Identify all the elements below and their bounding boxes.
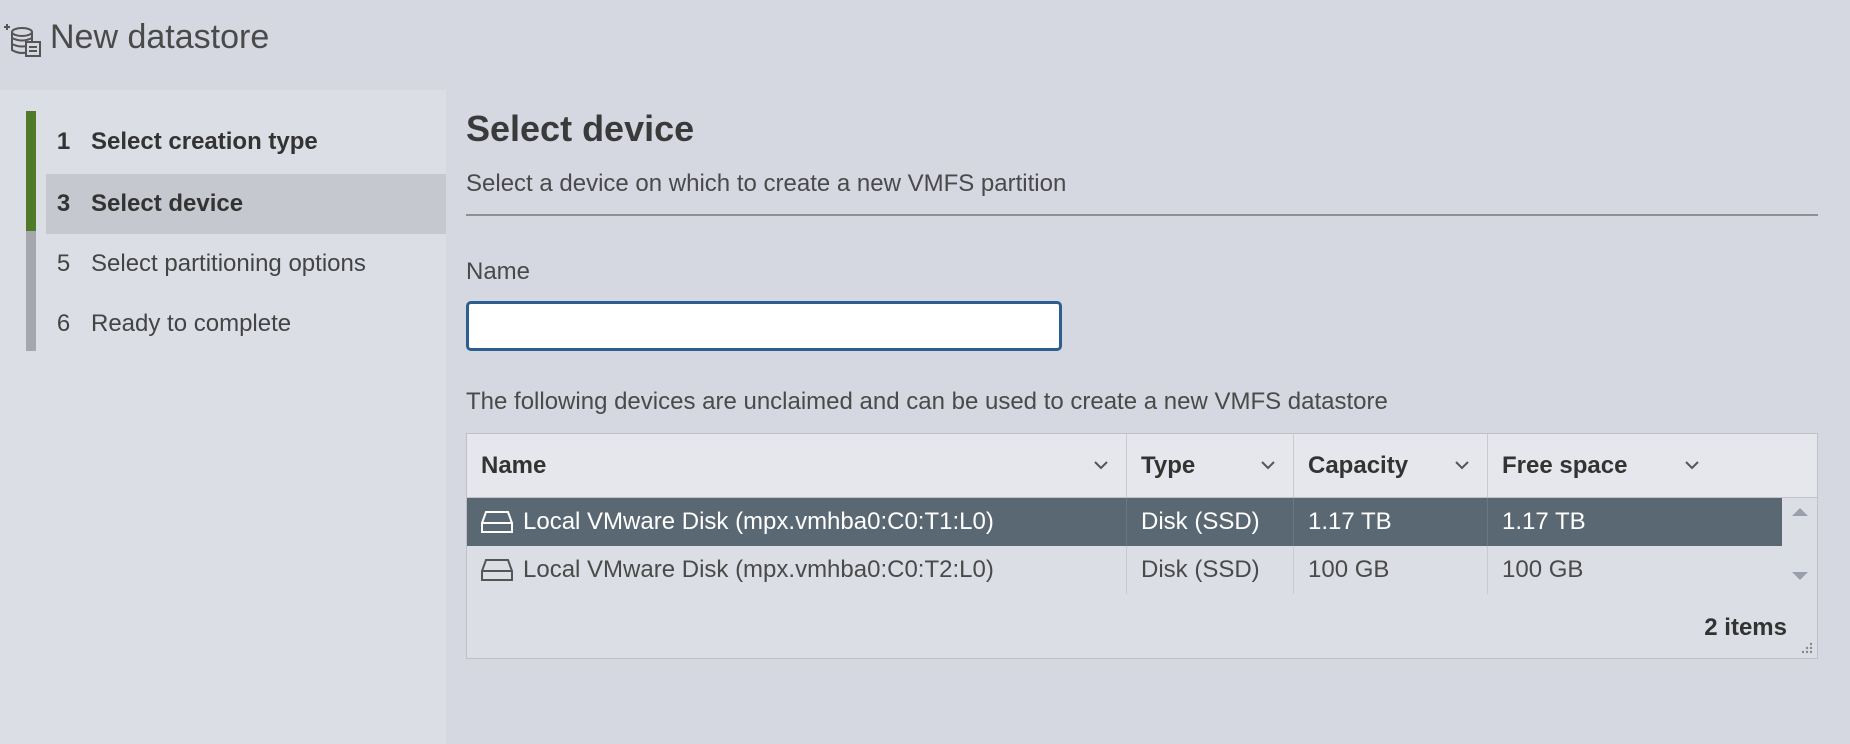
wizard-step-select-creation-type[interactable]: 1 Select creation type [46, 112, 446, 172]
name-label: Name [466, 258, 531, 285]
disk-icon [481, 511, 513, 533]
table-row[interactable]: Local VMware Disk (mpx.vmhba0:C0:T1:L0) … [467, 498, 1782, 546]
column-header-label: Free space [1502, 451, 1628, 479]
step-label: Ready to complete [91, 310, 292, 337]
vertical-scrollbar[interactable] [1783, 498, 1817, 594]
column-header-label: Name [481, 451, 547, 479]
window-title: New datastore [50, 18, 270, 56]
table-row[interactable]: Local VMware Disk (mpx.vmhba0:C0:T2:L0) … [467, 546, 1782, 594]
chevron-down-icon[interactable] [1259, 456, 1277, 474]
datastore-icon [4, 24, 41, 57]
column-header-label: Type [1141, 451, 1196, 479]
page-title: Select device [466, 108, 695, 149]
wizard-progress-strip [26, 111, 36, 351]
column-header-name[interactable]: Name [467, 434, 1127, 497]
divider [466, 214, 1818, 216]
cell-capacity: 1.17 TB [1294, 498, 1488, 546]
devices-info-text: The following devices are unclaimed and … [466, 388, 1388, 415]
chevron-down-icon[interactable] [1453, 456, 1471, 474]
column-header-free-space[interactable]: Free space [1488, 434, 1717, 497]
cell-name: Local VMware Disk (mpx.vmhba0:C0:T1:L0) [467, 498, 1127, 546]
step-number: 1 [56, 128, 71, 155]
wizard-progress-done [26, 111, 36, 231]
step-label: Select device [91, 190, 244, 217]
disk-icon [481, 559, 513, 581]
chevron-down-icon[interactable] [1683, 456, 1701, 474]
wizard-step-select-partitioning-options[interactable]: 5 Select partitioning options [46, 234, 446, 294]
column-header-capacity[interactable]: Capacity [1294, 434, 1488, 497]
cell-free-space: 1.17 TB [1502, 508, 1586, 535]
page-subtitle: Select a device on which to create a new… [466, 170, 1067, 197]
step-label: Select creation type [91, 128, 318, 155]
disk-name: Local VMware Disk (mpx.vmhba0:C0:T2:L0) [523, 556, 994, 583]
resize-handle-icon[interactable] [1799, 640, 1813, 654]
device-table: Name Type Capacity Free space Local VMwa… [466, 433, 1818, 659]
cell-name: Local VMware Disk (mpx.vmhba0:C0:T2:L0) [467, 546, 1127, 594]
wizard-step-ready-to-complete[interactable]: 6 Ready to complete [46, 294, 446, 354]
datastore-name-input[interactable] [466, 301, 1062, 351]
chevron-down-icon[interactable] [1092, 456, 1110, 474]
item-count: 2 items [1704, 614, 1787, 641]
disk-name: Local VMware Disk (mpx.vmhba0:C0:T1:L0) [523, 508, 994, 535]
cell-type: Disk (SSD) [1127, 498, 1294, 546]
cell-capacity: 100 GB [1294, 546, 1488, 594]
step-number: 3 [56, 190, 71, 217]
cell-free-space: 100 GB [1502, 556, 1584, 583]
step-number: 5 [56, 250, 71, 277]
title-bar: New datastore [0, 0, 1850, 90]
wizard-step-select-device[interactable]: 3 Select device [46, 174, 446, 234]
main-panel: Select device Select a device on which t… [446, 90, 1850, 744]
column-header-type[interactable]: Type [1127, 434, 1294, 497]
cell-type: Disk (SSD) [1127, 546, 1294, 594]
step-label: Select partitioning options [91, 250, 366, 277]
column-header-label: Capacity [1308, 451, 1409, 479]
scroll-down-arrow-icon [1792, 572, 1808, 580]
wizard-nav: 1 Select creation type 3 Select device 5… [0, 90, 446, 744]
table-header: Name Type Capacity Free space [467, 434, 1817, 498]
step-number: 6 [56, 310, 71, 337]
scroll-up-arrow-icon [1792, 508, 1808, 516]
